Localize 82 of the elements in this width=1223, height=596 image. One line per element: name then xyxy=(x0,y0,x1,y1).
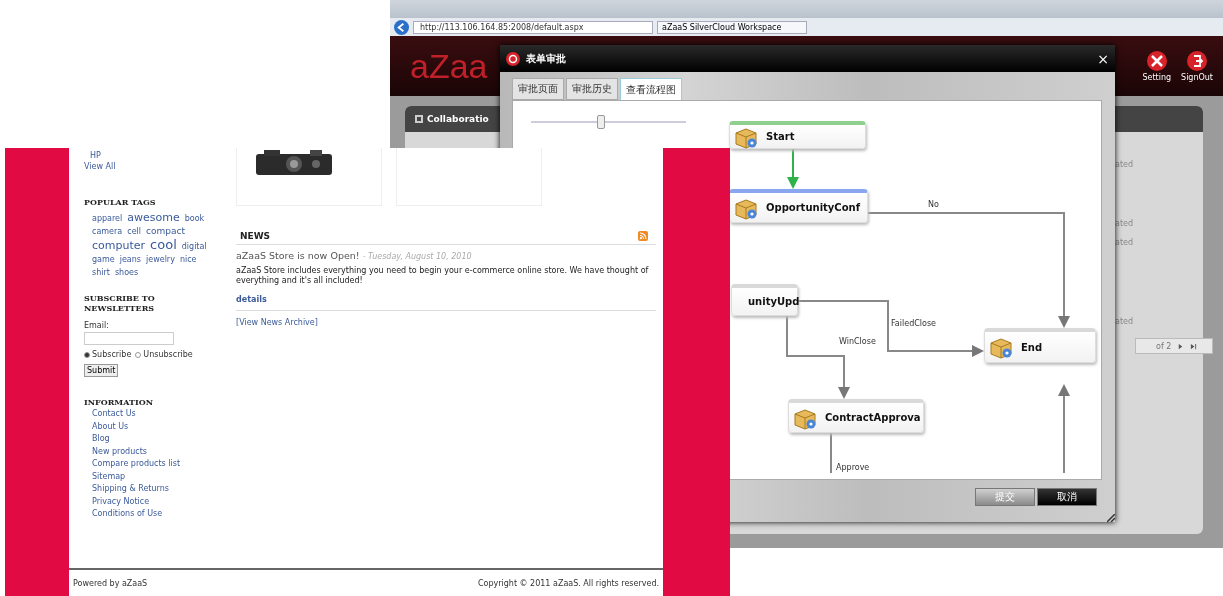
tab[interactable]: 审批页面 xyxy=(512,78,564,100)
next-page-icon[interactable] xyxy=(1177,342,1185,350)
copyright-text: Copyright © 2011 aZaaS. All rights reserved. xyxy=(477,578,659,588)
details-link[interactable]: details xyxy=(236,295,267,304)
tag-link[interactable]: shirt xyxy=(92,266,110,279)
info-link[interactable]: Privacy Notice xyxy=(92,496,150,507)
flow-node[interactable]: ContractApprova xyxy=(788,399,924,433)
connector-arrow xyxy=(787,148,799,189)
app-logo-icon xyxy=(506,51,520,66)
radio-option[interactable]: Subscribe xyxy=(84,350,132,359)
info-link[interactable]: New products xyxy=(92,446,147,457)
tag-link[interactable]: computer xyxy=(92,239,146,252)
tag-link[interactable]: cool xyxy=(150,238,177,251)
dialog-title: 表单审批 xyxy=(526,51,566,66)
tag-link[interactable]: awesome xyxy=(127,211,180,224)
header-link[interactable]: Setting xyxy=(1142,72,1172,82)
connector-label: WinClose xyxy=(839,337,876,346)
tag-link[interactable]: jewelry xyxy=(146,253,175,266)
archive-link[interactable]: [View News Archive] xyxy=(236,318,318,327)
header-link[interactable]: SignOut xyxy=(1181,72,1213,82)
flow-node[interactable]: OpportunityConf xyxy=(729,189,868,223)
tag-link[interactable]: compact xyxy=(146,225,185,238)
connector-label: No xyxy=(928,200,939,209)
browser-tab[interactable]: aZaaS SilverCloud Workspace xyxy=(657,20,807,34)
radio-option[interactable]: Unsubscribe xyxy=(135,350,193,359)
node-label: End xyxy=(1021,341,1043,353)
tag-link[interactable]: camera xyxy=(92,225,123,238)
tag-link[interactable]: jeans xyxy=(119,253,141,266)
back-icon[interactable] xyxy=(394,19,409,35)
info-link[interactable]: Compare products list xyxy=(92,459,181,470)
tag-link[interactable]: cell xyxy=(127,225,141,238)
page-count: of 2 xyxy=(1156,341,1172,351)
resize-grip-icon[interactable] xyxy=(1107,514,1115,522)
product-card[interactable] xyxy=(236,148,382,206)
news-title: aZaaS Store is now Open! xyxy=(236,250,360,261)
node-label: ContractApprova xyxy=(825,412,921,423)
tag-link[interactable]: book xyxy=(184,212,205,225)
footer-text: Powered by aZaaS xyxy=(73,578,148,588)
logo: aZaa xyxy=(410,46,488,86)
node-label: unityUpd xyxy=(748,296,800,307)
connector-label: FailedClose xyxy=(891,319,936,328)
field-label: Email: xyxy=(84,321,109,330)
connector-line xyxy=(830,432,832,474)
tag-link[interactable]: nice xyxy=(179,253,197,266)
dialog-button[interactable]: 取消 xyxy=(1037,488,1097,506)
info-link[interactable]: Contact Us xyxy=(92,409,136,420)
connector-label: Approve xyxy=(836,463,870,472)
box-gear-icon xyxy=(989,335,1013,359)
section-heading: POPULAR TAGS xyxy=(84,197,156,207)
node-label: Start xyxy=(766,131,795,142)
section-heading: INFORMATION xyxy=(84,397,153,407)
info-link[interactable]: About Us xyxy=(92,421,129,432)
submit-button[interactable]: Submit xyxy=(84,364,119,377)
flow-node[interactable]: Start xyxy=(729,121,866,149)
tag-link[interactable]: shoes xyxy=(114,266,139,279)
last-page-icon[interactable] xyxy=(1190,342,1198,350)
tag-link[interactable]: apparel xyxy=(92,212,123,225)
tag-link[interactable]: game xyxy=(92,253,115,266)
news-date: - Tuesday, August 10, 2010 xyxy=(362,252,472,261)
panel-title: Collaboratio xyxy=(427,114,489,124)
info-link[interactable]: Blog xyxy=(92,434,110,445)
view-all-link[interactable]: View All xyxy=(84,162,116,171)
info-link[interactable]: Sitemap xyxy=(92,471,126,482)
flow-node[interactable]: unityUpd xyxy=(731,284,798,316)
section-heading: SUBSCRIBE TO NEWSLETTERS xyxy=(84,293,156,313)
tools-icon[interactable] xyxy=(1146,50,1167,71)
camera-icon xyxy=(254,148,334,176)
brand-link[interactable]: HP xyxy=(90,151,101,160)
address-bar[interactable]: http://113.106.164.85:2008/default.aspx xyxy=(413,20,653,34)
tag-link[interactable]: digital xyxy=(181,240,207,253)
section-heading: NEWS xyxy=(240,231,271,241)
node-label: OpportunityConf xyxy=(766,202,861,213)
news-text: aZaaS Store includes everything you need to begin your e-commerce online store. We have thought of everything and it's all included! xyxy=(236,266,650,286)
tab[interactable]: 审批历史 xyxy=(566,78,618,100)
grid-icon xyxy=(415,115,423,123)
email-field[interactable] xyxy=(84,332,174,345)
tab[interactable]: 查看流程图 xyxy=(620,78,682,102)
close-button[interactable]: × xyxy=(1097,50,1109,67)
info-link[interactable]: Conditions of Use xyxy=(92,509,163,520)
flow-node[interactable]: End xyxy=(984,328,1096,363)
sign-out-icon[interactable] xyxy=(1187,50,1207,71)
info-link[interactable]: Shipping & Returns xyxy=(92,484,169,495)
